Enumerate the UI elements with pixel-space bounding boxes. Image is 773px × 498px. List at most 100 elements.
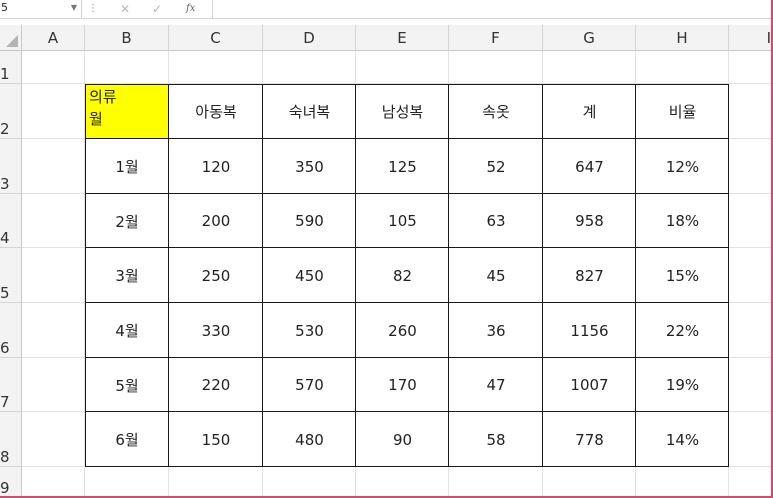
data-cell[interactable]: 125	[356, 139, 449, 194]
table-border	[635, 84, 636, 467]
data-cell[interactable]: 250	[169, 248, 263, 303]
row-number: 7	[0, 393, 10, 411]
data-cell[interactable]: 58	[449, 412, 543, 467]
table-border	[355, 84, 356, 467]
month-cell[interactable]: 4월	[85, 303, 169, 358]
data-cell[interactable]: 1156	[543, 303, 636, 358]
row-header-9[interactable]: 9	[0, 467, 22, 498]
header-cell[interactable]: 남성복	[356, 84, 449, 139]
data-cell[interactable]: 260	[356, 303, 449, 358]
data-cell[interactable]: 19%	[636, 358, 729, 412]
row-header-8[interactable]: 8	[0, 412, 22, 467]
data-cell[interactable]: 47	[449, 358, 543, 412]
table-border	[168, 84, 169, 467]
cell-b2-category-month[interactable]: 의류 월	[85, 84, 169, 139]
data-cell[interactable]: 82	[356, 248, 449, 303]
data-cell[interactable]: 450	[263, 248, 356, 303]
table-border	[85, 411, 729, 412]
column-header-a[interactable]: A	[22, 25, 85, 51]
table-border	[448, 84, 449, 467]
corner-label-category: 의류	[89, 88, 117, 106]
data-cell[interactable]: 570	[263, 358, 356, 412]
data-cell[interactable]: 150	[169, 412, 263, 467]
data-cell[interactable]: 105	[356, 194, 449, 248]
table-border	[262, 84, 263, 467]
data-cell[interactable]: 530	[263, 303, 356, 358]
column-header-h[interactable]: H	[636, 25, 729, 51]
row-number: 2	[0, 120, 10, 138]
row-number: 8	[0, 448, 10, 466]
header-cell[interactable]: 속옷	[449, 84, 543, 139]
row-number: 4	[0, 229, 10, 247]
row-header-3[interactable]: 3	[0, 139, 22, 194]
table-border	[85, 357, 729, 358]
column-header-d[interactable]: D	[263, 25, 356, 51]
data-cell[interactable]: 220	[169, 358, 263, 412]
header-cell[interactable]: 숙녀복	[263, 84, 356, 139]
select-all-button[interactable]	[0, 25, 22, 51]
data-cell[interactable]: 36	[449, 303, 543, 358]
month-cell[interactable]: 3월	[85, 248, 169, 303]
row-number: 9	[0, 479, 10, 497]
table-border	[85, 302, 729, 303]
confirm-icon[interactable]: ✓	[152, 1, 162, 17]
data-cell[interactable]: 350	[263, 139, 356, 194]
table-border	[85, 193, 729, 194]
row-number: 3	[0, 175, 10, 193]
table-border	[542, 84, 543, 467]
column-header-c[interactable]: C	[169, 25, 263, 51]
table-border	[85, 247, 729, 248]
month-cell[interactable]: 2월	[85, 194, 169, 248]
column-header-f[interactable]: F	[449, 25, 543, 51]
row-number: 5	[0, 284, 10, 302]
data-cell[interactable]: 1007	[543, 358, 636, 412]
data-cell[interactable]: 778	[543, 412, 636, 467]
data-cell[interactable]: 827	[543, 248, 636, 303]
month-cell[interactable]: 1월	[85, 139, 169, 194]
row-number: 6	[0, 339, 10, 357]
row-header-2[interactable]: 2	[0, 84, 22, 139]
row-header-5[interactable]: 5	[0, 248, 22, 303]
insert-function-icon[interactable]: fx	[186, 1, 195, 17]
data-cell[interactable]: 52	[449, 139, 543, 194]
formula-input[interactable]	[212, 0, 773, 18]
name-box[interactable]: 5 ▼	[0, 0, 82, 18]
data-cell[interactable]: 12%	[636, 139, 729, 194]
data-cell[interactable]: 15%	[636, 248, 729, 303]
data-cell[interactable]: 200	[169, 194, 263, 248]
name-box-value: 5	[1, 1, 8, 14]
data-cell[interactable]: 120	[169, 139, 263, 194]
chevron-down-icon[interactable]: ▼	[71, 0, 77, 16]
data-cell[interactable]: 330	[169, 303, 263, 358]
cancel-icon[interactable]: ✕	[120, 1, 130, 17]
row-number: 1	[0, 65, 10, 83]
data-cell[interactable]: 22%	[636, 303, 729, 358]
data-cell[interactable]: 14%	[636, 412, 729, 467]
data-cell[interactable]: 480	[263, 412, 356, 467]
data-cell[interactable]: 170	[356, 358, 449, 412]
corner-label-month: 월	[89, 110, 103, 128]
column-header-g[interactable]: G	[543, 25, 636, 51]
data-cell[interactable]: 647	[543, 139, 636, 194]
data-cell[interactable]: 958	[543, 194, 636, 248]
column-header-e[interactable]: E	[356, 25, 449, 51]
row-header-1[interactable]: 1	[0, 51, 22, 84]
month-cell[interactable]: 5월	[85, 358, 169, 412]
grip-icon: ⋮	[88, 3, 98, 14]
header-cell[interactable]: 계	[543, 84, 636, 139]
column-header-b[interactable]: B	[85, 25, 169, 51]
data-cell[interactable]: 90	[356, 412, 449, 467]
data-cell[interactable]: 590	[263, 194, 356, 248]
row-header-4[interactable]: 4	[0, 194, 22, 248]
data-cell[interactable]: 63	[449, 194, 543, 248]
table-border	[85, 138, 729, 139]
data-cell[interactable]: 45	[449, 248, 543, 303]
row-header-6[interactable]: 6	[0, 303, 22, 358]
data-cell[interactable]: 18%	[636, 194, 729, 248]
month-cell[interactable]: 6월	[85, 412, 169, 467]
header-cell[interactable]: 비율	[636, 84, 729, 139]
column-header-i[interactable]: I	[729, 25, 773, 51]
formula-bar: 5 ▼ ⋮ ✕ ✓ fx	[0, 0, 773, 19]
row-header-7[interactable]: 7	[0, 358, 22, 412]
header-cell[interactable]: 아동복	[169, 84, 263, 139]
